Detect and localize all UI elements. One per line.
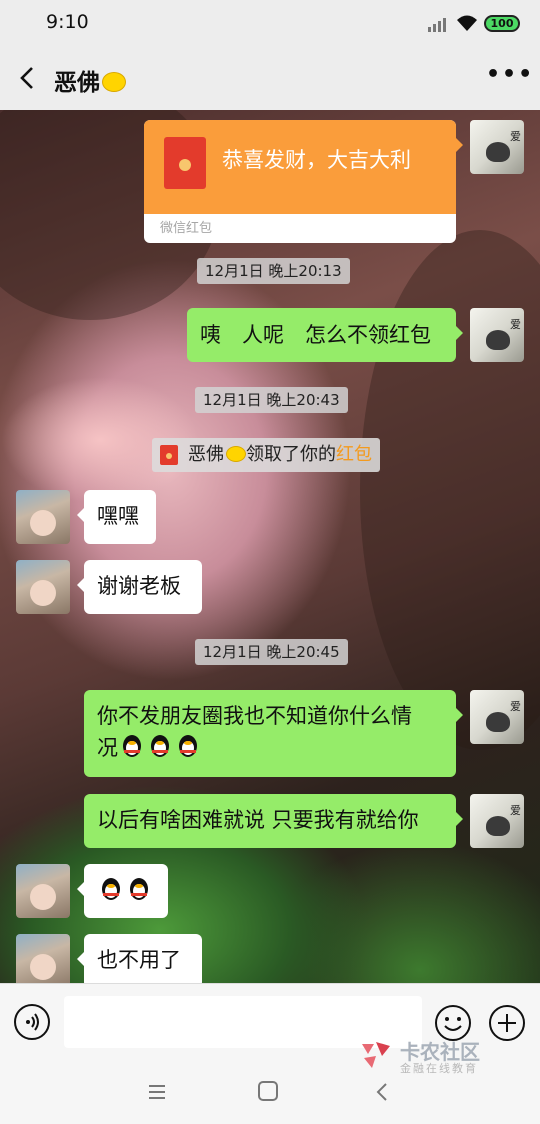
penguin-emoji-icon xyxy=(123,735,141,757)
recent-apps-icon[interactable] xyxy=(146,1081,168,1103)
timestamp: 12月1日 晚上20:45 xyxy=(195,639,348,665)
timestamp: 12月1日 晚上20:13 xyxy=(197,258,350,284)
red-packet-icon xyxy=(160,445,178,465)
message-bubble[interactable]: 谢谢老板 xyxy=(77,560,202,614)
status-bar: 9:10 100 xyxy=(0,0,540,48)
penguin-emoji-icon xyxy=(179,735,197,757)
timestamp: 12月1日 晚上20:43 xyxy=(195,387,348,413)
more-options-button[interactable]: ••• xyxy=(486,62,532,94)
system-back-icon[interactable] xyxy=(372,1081,394,1103)
notice-name: 恶佛 xyxy=(188,444,224,465)
cellular-signal-icon xyxy=(428,18,446,32)
wifi-icon xyxy=(457,15,477,31)
red-packet-message[interactable]: 恭喜发财，大吉大利 微信红包 xyxy=(144,120,456,243)
contact-avatar[interactable] xyxy=(16,560,70,614)
red-packet-footer: 微信红包 xyxy=(160,221,213,236)
more-functions-plus-icon[interactable] xyxy=(488,1004,526,1042)
penguin-emoji-icon xyxy=(102,878,120,900)
contact-name: 恶佛 xyxy=(54,70,100,96)
chat-messages-area[interactable]: 恭喜发财，大吉大利 微信红包 12月1日 晚上20:13 咦 人呢 怎么不领红包… xyxy=(0,110,540,983)
lemon-emoji-icon xyxy=(102,72,126,92)
my-avatar[interactable] xyxy=(470,308,524,362)
kanong-logo-icon xyxy=(362,1042,390,1068)
home-icon[interactable] xyxy=(258,1081,278,1101)
message-line-2: 况 xyxy=(97,732,443,764)
message-line: 你不发朋友圈我也不知道你什么情 xyxy=(97,704,412,728)
notice-highlight[interactable]: 红包 xyxy=(336,444,372,465)
watermark-sub: 金融在线教育 xyxy=(400,1062,478,1075)
contact-avatar[interactable] xyxy=(16,864,70,918)
penguin-emoji-icon xyxy=(151,735,169,757)
battery-icon: 100 xyxy=(484,15,520,32)
status-time: 9:10 xyxy=(46,11,89,33)
my-avatar[interactable] xyxy=(470,690,524,744)
message-line: 况 xyxy=(97,736,118,760)
watermark: 卡农社区 金融在线教育 xyxy=(360,1036,490,1076)
message-bubble[interactable]: 嘿嘿 xyxy=(77,490,156,544)
my-avatar[interactable] xyxy=(470,120,524,174)
red-packet-icon xyxy=(164,137,206,189)
message-bubble[interactable] xyxy=(77,864,168,918)
message-bubble[interactable]: 你不发朋友圈我也不知道你什么情 况 xyxy=(84,690,463,777)
lemon-emoji-icon xyxy=(226,446,246,462)
my-avatar[interactable] xyxy=(470,794,524,848)
back-arrow-icon[interactable] xyxy=(14,62,44,94)
bubble-tail xyxy=(456,138,463,152)
red-packet-greeting: 恭喜发财，大吉大利 xyxy=(222,148,411,172)
contact-avatar[interactable] xyxy=(16,934,70,983)
contact-avatar[interactable] xyxy=(16,490,70,544)
message-bubble[interactable]: 以后有啥困难就说 只要我有就给你 xyxy=(84,794,463,848)
penguin-emoji-icon xyxy=(130,878,148,900)
red-packet-claimed-notice: 恶佛 领取了你的红包 xyxy=(152,438,380,472)
message-bubble[interactable]: 咦 人呢 怎么不领红包 xyxy=(187,308,463,362)
notice-text: 领取了你的 xyxy=(246,444,336,465)
chat-header: 恶佛 ••• xyxy=(0,48,540,110)
voice-input-button[interactable] xyxy=(14,1004,50,1040)
voice-icon xyxy=(26,1013,39,1031)
message-bubble[interactable]: 也不用了 xyxy=(77,934,202,983)
chat-title: 恶佛 xyxy=(54,63,126,97)
